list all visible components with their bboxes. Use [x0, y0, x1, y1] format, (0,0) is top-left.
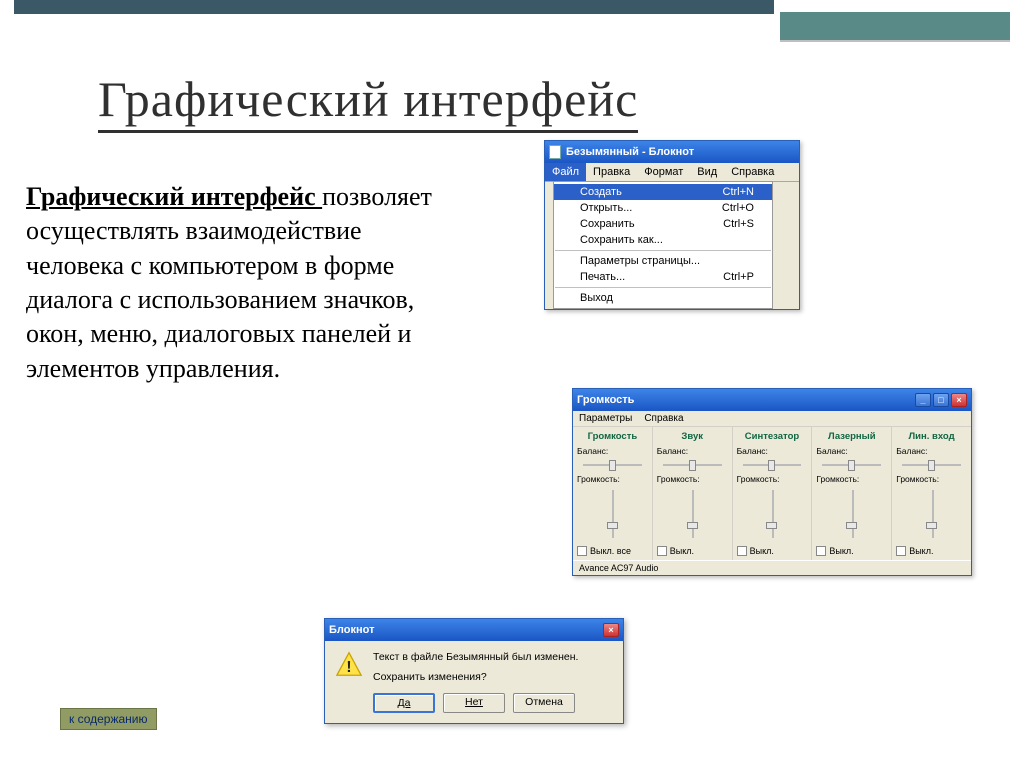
mixer-channel: Громкость Баланс: Громкость: Выкл. все [573, 427, 653, 560]
balance-slider[interactable] [816, 458, 887, 472]
volume-label: Громкость: [896, 474, 967, 484]
mixer-columns: Громкость Баланс: Громкость: Выкл. все Звук Б… [573, 427, 971, 560]
balance-label: Баланс: [816, 446, 887, 456]
slide-body: Графический интерфейс позволяет осуществ… [26, 180, 446, 386]
menu-item[interactable]: Выход [554, 290, 772, 306]
menu-file[interactable]: Файл [545, 163, 586, 181]
balance-slider[interactable] [577, 458, 648, 472]
balance-label: Баланс: [577, 446, 648, 456]
menu-item[interactable]: Открыть...Ctrl+O [554, 200, 772, 216]
volume-label: Громкость: [737, 474, 808, 484]
window-buttons: _ □ × [915, 393, 967, 407]
volume-window: Громкость _ □ × Параметры Справка Громко… [572, 388, 972, 576]
body-rest: позволяет осуществлять взаимодействие че… [26, 182, 432, 383]
channel-name: Звук [657, 431, 728, 442]
mute-label: Выкл. все [590, 546, 631, 556]
file-dropdown: СоздатьCtrl+NОткрыть...Ctrl+OСохранитьCt… [553, 181, 773, 309]
body-bold-lead: Графический интерфейс [26, 182, 322, 211]
volume-slider[interactable] [816, 486, 887, 542]
toc-link[interactable]: к содержанию [60, 708, 157, 730]
dialog-title: Блокнот [329, 624, 374, 636]
volume-slider[interactable] [657, 486, 728, 542]
menu-item[interactable]: Параметры страницы... [554, 253, 772, 269]
balance-label: Баланс: [737, 446, 808, 456]
menu-item[interactable]: СохранитьCtrl+S [554, 216, 772, 232]
channel-name: Громкость [577, 431, 648, 442]
mixer-channel: Лин. вход Баланс: Громкость: Выкл. [892, 427, 971, 560]
balance-slider[interactable] [657, 458, 728, 472]
volume-slider[interactable] [737, 486, 808, 542]
slide-title: Графический интерфейс [98, 70, 638, 133]
volume-label: Громкость: [816, 474, 887, 484]
balance-slider[interactable] [737, 458, 808, 472]
mute-label: Выкл. [750, 546, 774, 556]
mute-label: Выкл. [909, 546, 933, 556]
channel-name: Лазерный [816, 431, 887, 442]
menu-params[interactable]: Параметры [579, 413, 632, 424]
dialog-line2: Сохранить изменения? [373, 671, 578, 683]
mixer-channel: Синтезатор Баланс: Громкость: Выкл. [733, 427, 813, 560]
mute-checkbox[interactable] [657, 546, 667, 556]
close-button[interactable]: × [951, 393, 967, 407]
menu-item[interactable]: СоздатьCtrl+N [554, 184, 772, 200]
notepad-titlebar[interactable]: Безымянный - Блокнот [545, 141, 799, 163]
menu-item[interactable]: Печать...Ctrl+P [554, 269, 772, 285]
dialog-body: ! Текст в файле Безымянный был изменен. … [325, 641, 623, 689]
mixer-channel: Лазерный Баланс: Громкость: Выкл. [812, 427, 892, 560]
dialog-buttons: Да Нет Отмена [325, 689, 623, 723]
notepad-title: Безымянный - Блокнот [566, 146, 694, 158]
slide-decoration [0, 0, 1024, 44]
balance-label: Баланс: [657, 446, 728, 456]
menu-help[interactable]: Справка [724, 163, 781, 181]
yes-button[interactable]: Да [373, 693, 435, 713]
volume-title: Громкость [577, 394, 634, 406]
minimize-button[interactable]: _ [915, 393, 931, 407]
balance-slider[interactable] [896, 458, 967, 472]
mute-checkbox[interactable] [816, 546, 826, 556]
mute-label: Выкл. [829, 546, 853, 556]
dialog-titlebar[interactable]: Блокнот × [325, 619, 623, 641]
dialog-line1: Текст в файле Безымянный был изменен. [373, 651, 578, 663]
notepad-window: Безымянный - Блокнот Файл Правка Формат … [544, 140, 800, 310]
mute-checkbox[interactable] [737, 546, 747, 556]
balance-label: Баланс: [896, 446, 967, 456]
maximize-button[interactable]: □ [933, 393, 949, 407]
volume-slider[interactable] [896, 486, 967, 542]
channel-name: Лин. вход [896, 431, 967, 442]
close-button[interactable]: × [603, 623, 619, 637]
menu-item[interactable]: Сохранить как... [554, 232, 772, 248]
cancel-button[interactable]: Отмена [513, 693, 575, 713]
volume-label: Громкость: [657, 474, 728, 484]
document-icon [549, 145, 561, 159]
mute-label: Выкл. [670, 546, 694, 556]
volume-label: Громкость: [577, 474, 648, 484]
mute-checkbox[interactable] [896, 546, 906, 556]
mute-checkbox[interactable] [577, 546, 587, 556]
save-dialog: Блокнот × ! Текст в файле Безымянный был… [324, 618, 624, 724]
menu-view[interactable]: Вид [690, 163, 724, 181]
channel-name: Синтезатор [737, 431, 808, 442]
volume-slider[interactable] [577, 486, 648, 542]
volume-titlebar[interactable]: Громкость _ □ × [573, 389, 971, 411]
menu-help[interactable]: Справка [644, 413, 683, 424]
no-button[interactable]: Нет [443, 693, 505, 713]
status-bar: Avance AC97 Audio [573, 560, 971, 575]
warning-icon: ! [335, 651, 363, 677]
menu-edit[interactable]: Правка [586, 163, 637, 181]
volume-menubar: Параметры Справка [573, 411, 971, 427]
notepad-menubar: Файл Правка Формат Вид Справка [545, 163, 799, 182]
menu-format[interactable]: Формат [637, 163, 690, 181]
svg-text:!: ! [346, 659, 351, 676]
mixer-channel: Звук Баланс: Громкость: Выкл. [653, 427, 733, 560]
